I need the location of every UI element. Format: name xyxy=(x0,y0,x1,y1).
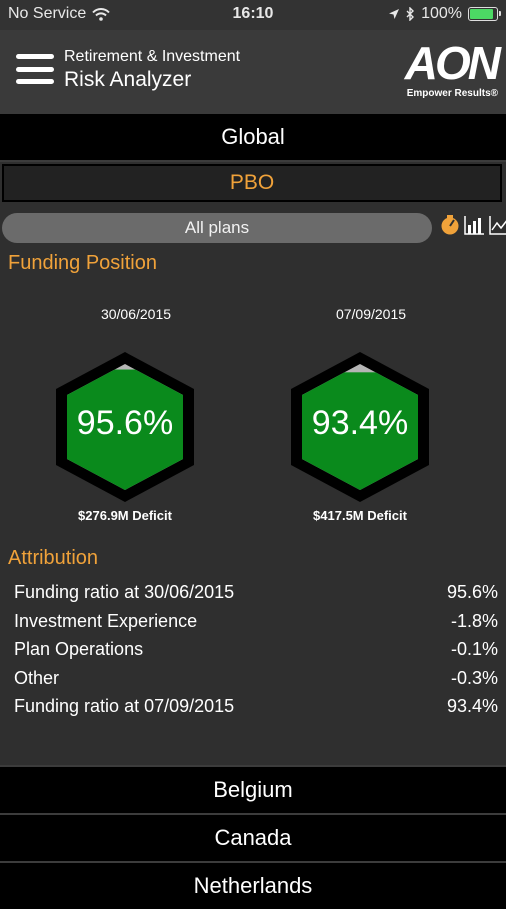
attribution-label: Investment Experience xyxy=(14,610,198,631)
attribution-value: 95.6% xyxy=(446,582,498,602)
attribution-label: Funding ratio at 30/06/2015 xyxy=(14,582,235,602)
hamburger-menu-icon[interactable] xyxy=(16,54,54,84)
attribution-label: Other xyxy=(14,667,60,688)
attribution-row: Funding ratio at 30/06/2015 95.6% xyxy=(14,582,498,611)
logo-tagline: Empower Results® xyxy=(406,88,498,99)
country-list: Belgium Canada Netherlands xyxy=(0,765,506,909)
attribution-row: Plan Operations -0.1% xyxy=(14,639,498,668)
app-title-line2: Risk Analyzer xyxy=(64,68,192,91)
funding-date-1: 30/06/2015 xyxy=(100,306,172,322)
logo-wordmark: AON xyxy=(404,37,501,89)
attribution-row: Investment Experience -1.8% xyxy=(14,611,498,640)
deficit-label-1: $276.9M Deficit xyxy=(78,508,172,523)
bluetooth-icon xyxy=(406,7,415,21)
attribution-label: Funding ratio at 07/09/2015 xyxy=(14,696,235,716)
funding-gauge-1[interactable]: 95.6% xyxy=(53,352,197,502)
deficit-label-2: $417.5M Deficit xyxy=(313,508,407,523)
attribution-label: Plan Operations xyxy=(14,639,144,659)
status-bar: No Service 16:10 100% xyxy=(0,0,506,30)
attribution-heading: Attribution xyxy=(8,547,99,569)
gauge-view-icon[interactable] xyxy=(440,214,460,236)
plans-selector[interactable]: All plans xyxy=(2,213,432,243)
line-chart-view-icon[interactable] xyxy=(488,214,506,236)
app-header: Retirement & Investment Risk Analyzer AO… xyxy=(0,30,506,114)
attribution-row: Funding ratio at 07/09/2015 93.4% xyxy=(14,696,498,725)
bar-chart-view-icon[interactable] xyxy=(463,214,485,236)
country-item-canada[interactable]: Canada xyxy=(0,813,506,861)
attribution-value: -1.8% xyxy=(450,610,498,631)
battery-icon xyxy=(468,7,501,21)
attribution-table: Funding ratio at 30/06/2015 95.6% Invest… xyxy=(14,582,498,725)
battery-level xyxy=(470,9,493,19)
app-title-line1: Retirement & Investment xyxy=(64,48,241,65)
country-item-netherlands[interactable]: Netherlands xyxy=(0,861,506,909)
funding-date-2: 07/09/2015 xyxy=(335,306,407,322)
pbo-tab[interactable]: PBO xyxy=(2,164,502,202)
carrier-label: No Service xyxy=(8,5,87,22)
attribution-value: -0.1% xyxy=(450,639,498,659)
wifi-icon xyxy=(92,7,110,21)
app-title: Retirement & Investment Risk Analyzer xyxy=(64,48,240,92)
funding-position-heading: Funding Position xyxy=(8,252,157,274)
funding-value-2: 93.4% xyxy=(311,404,409,442)
funding-gauge-2[interactable]: 93.4% xyxy=(288,352,432,502)
battery-percent: 100% xyxy=(421,5,462,22)
attribution-row: Other -0.3% xyxy=(14,668,498,697)
attribution-value: -0.3% xyxy=(450,667,498,688)
attribution-value: 93.4% xyxy=(446,696,498,716)
view-switcher xyxy=(440,214,506,236)
country-item-belgium[interactable]: Belgium xyxy=(0,765,506,813)
global-nav-button[interactable]: Global xyxy=(0,114,506,162)
aon-logo: AON Empower Results® xyxy=(404,37,501,99)
funding-value-1: 95.6% xyxy=(76,404,174,442)
location-arrow-icon xyxy=(389,9,400,19)
